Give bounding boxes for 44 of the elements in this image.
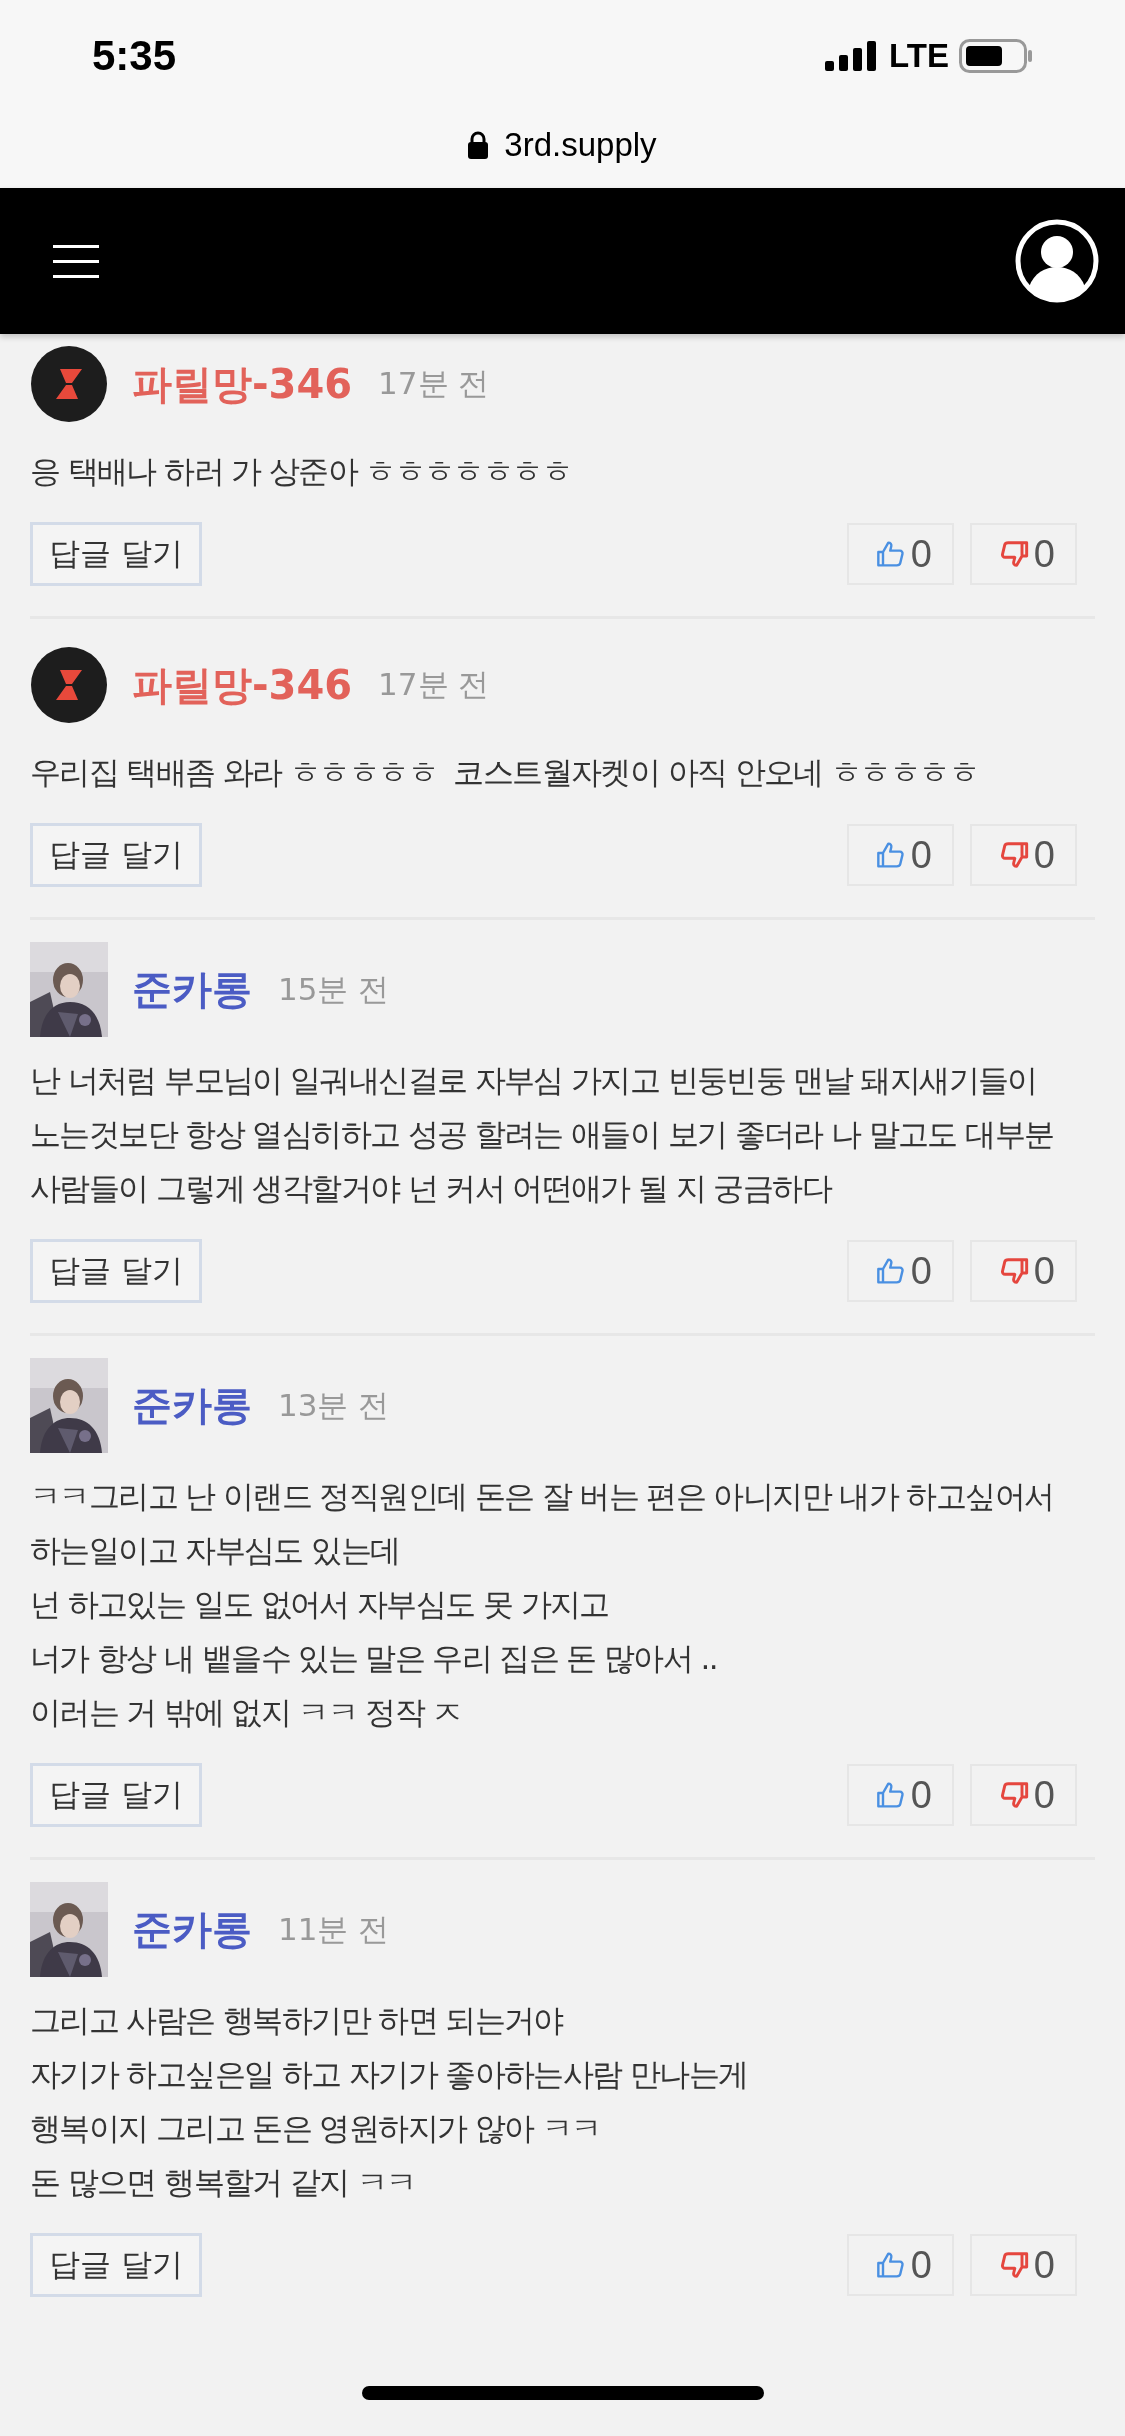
reply-button[interactable]: 답글 달기 [30,1763,202,1827]
reply-button[interactable]: 답글 달기 [30,522,202,586]
like-button[interactable]: 0 [846,523,954,585]
status-time: 5:35 [92,32,177,80]
dislike-button[interactable]: 0 [969,2234,1077,2296]
thumbs-up-icon [874,1255,907,1287]
thumbs-up-icon [874,839,907,871]
comment-author: 파릴망-346 [132,660,353,710]
comment-text: 그리고 사람은 행복하기만 하면 되는거야 자기가 하고싶은일 하고 자기가 좋아하는사람 만나는게 행복이지 그리고 돈은 영원하지가 않아 ㅋㅋ 돈 많으면 행복할거 같지 ㅋㅋ [30,2001,749,2202]
network-label: LTE [889,37,949,75]
reply-button[interactable]: 답글 달기 [30,823,202,887]
like-button[interactable]: 0 [846,1764,954,1826]
comment-author: 준카롱 [132,965,252,1014]
thumbs-up-icon [874,538,907,570]
page-url: 3rd.supply [504,126,657,164]
logo-avatar-icon [30,345,108,423]
comment-time: 11분 전 [278,1909,390,1949]
like-button[interactable]: 0 [846,1240,954,1302]
comment-text: 난 너처럼 부모님이 일궈내신걸로 자부심 가지고 빈둥빈둥 맨날 돼지새기들이 노는것보단 항상 열심히하고 성공 할려는 애들이 보기 좋더라 나 말고도 대부분 사람들이 그렇게 생각할거야 넌 커서 어떤애가 될 지 궁금하다 [30,1061,1055,1208]
logo-avatar-icon [30,646,108,724]
dislike-button[interactable]: 0 [969,523,1077,585]
comment-author: 준카롱 [132,1381,252,1430]
comment-author: 파릴망-346 [132,359,353,409]
battery-icon [959,39,1033,73]
thumbs-up-icon [874,2249,907,2281]
reply-button[interactable]: 답글 달기 [30,2233,202,2297]
user-account-button[interactable] [1015,219,1099,303]
comment-time: 13분 전 [278,1385,390,1425]
dislike-button[interactable]: 0 [969,1764,1077,1826]
comment-author: 준카롱 [132,1905,252,1954]
comment-time: 15분 전 [278,969,390,1009]
like-button[interactable]: 0 [846,824,954,886]
comment-text: 우리집 택배좀 와라 ㅎㅎㅎㅎㅎ 코스트월자켓이 아직 안오네 ㅎㅎㅎㅎㅎ [30,753,980,792]
like-button[interactable]: 0 [846,2234,954,2296]
comment-text: 응 택배나 하러 가 상준아 ㅎㅎㅎㅎㅎㅎㅎ [30,452,573,491]
menu-button[interactable] [53,243,99,279]
dislike-button[interactable]: 0 [969,1240,1077,1302]
comment-text: ㅋㅋ그리고 난 이랜드 정직원인데 돈은 잘 버는 편은 아니지만 내가 하고싶어서 하는일이고 자부심도 있는데 넌 하고있는 일도 없어서 자부심도 못 가지고 너가 항상 내 뱉을수 있는 말은 우리 집은 돈 많아서 .. 이러는 거 밖에 없지 ㅋㅋ 정작 ㅈ [30,1477,1055,1732]
thumbs-up-icon [874,1779,907,1811]
comment-time: 17분 전 [378,665,490,704]
dislike-button[interactable]: 0 [969,824,1077,886]
comment-time: 17분 전 [378,364,490,403]
reply-button[interactable]: 답글 달기 [30,1239,202,1303]
lock-icon [468,131,489,159]
